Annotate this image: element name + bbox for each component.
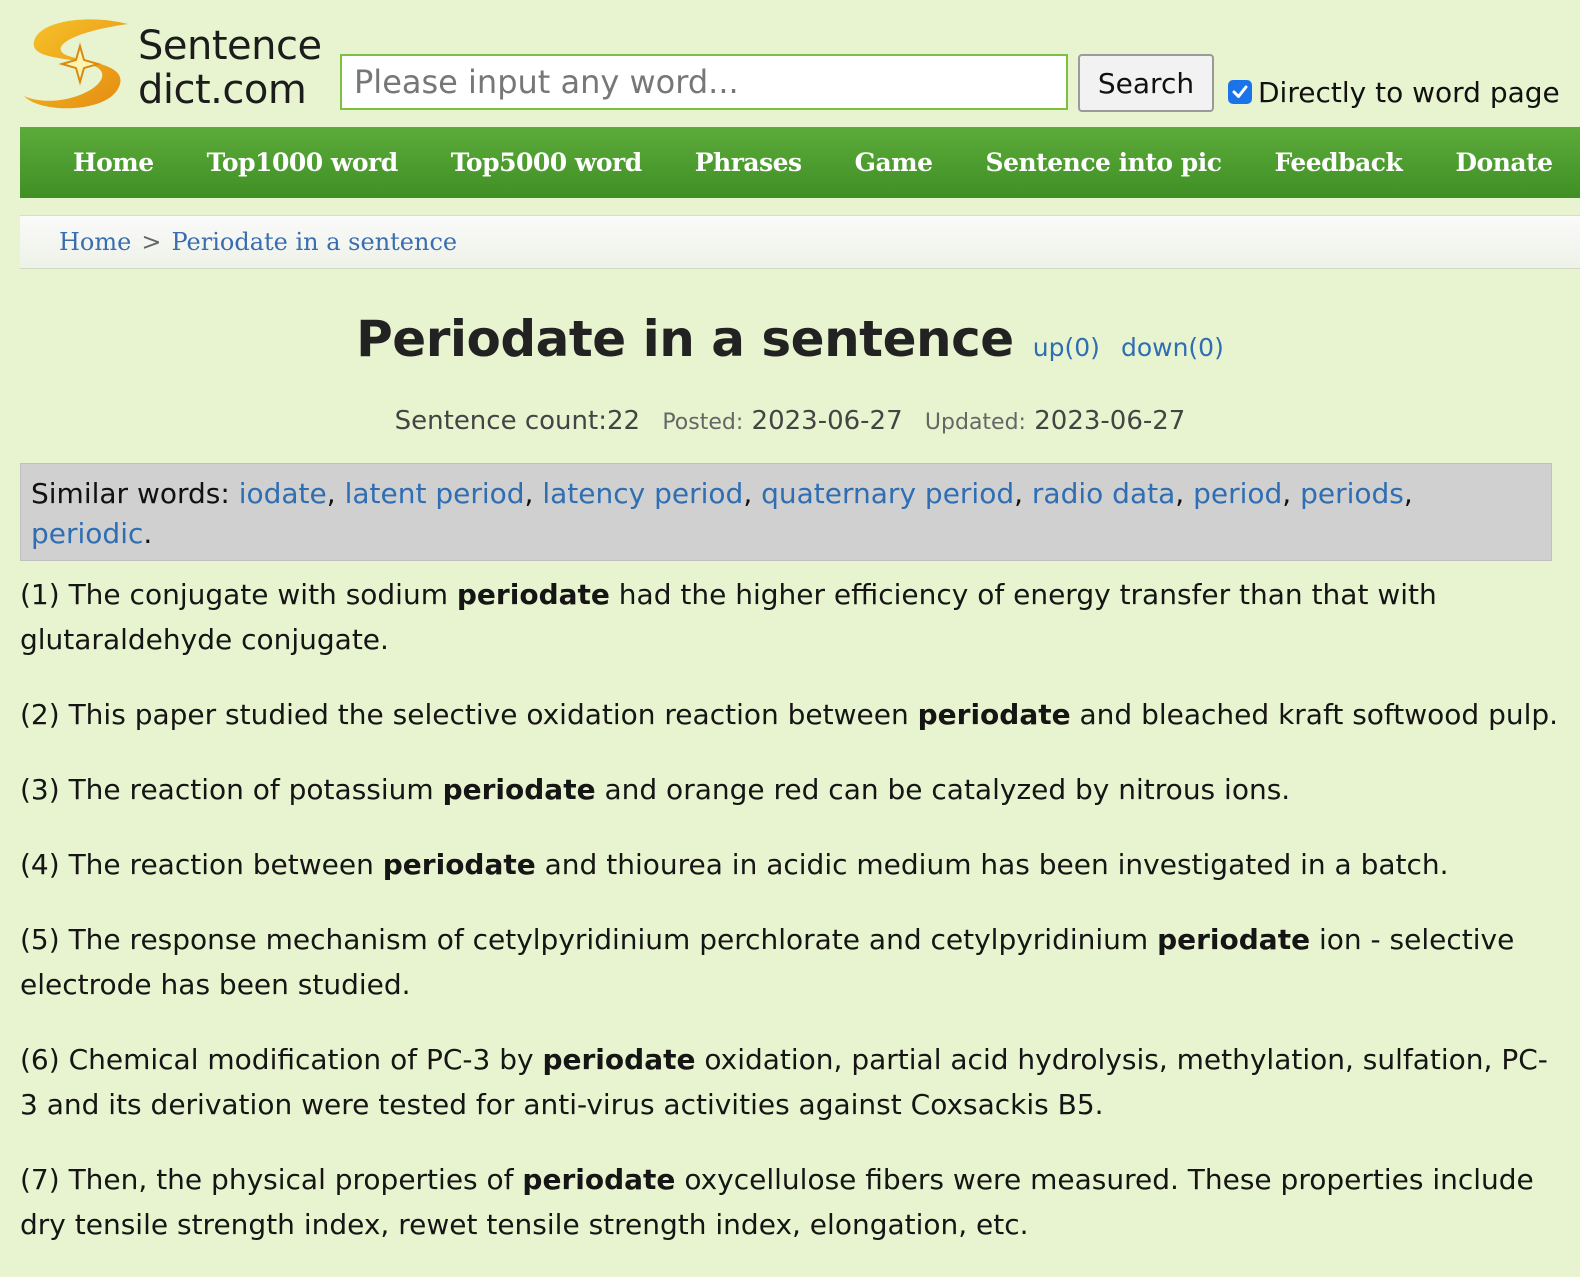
sentence-item: (5) The response mechanism of cetylpyrid… bbox=[20, 917, 1560, 1007]
nav-phrases[interactable]: Phrases bbox=[695, 148, 802, 177]
site-logo[interactable]: Sentence dict.com bbox=[20, 16, 322, 120]
similar-word-link[interactable]: periods bbox=[1300, 477, 1404, 510]
breadcrumb-current[interactable]: Periodate in a sentence bbox=[171, 228, 457, 256]
search-button[interactable]: Search bbox=[1078, 54, 1214, 112]
sentence-item: (6) Chemical modification of PC-3 by per… bbox=[20, 1037, 1560, 1127]
sentence-item: (3) The reaction of potassium periodate … bbox=[20, 767, 1560, 812]
page-meta: Sentence count:22 Posted: 2023-06-27 Upd… bbox=[0, 406, 1580, 436]
sentence-count: Sentence count:22 bbox=[394, 406, 641, 436]
sentence-number: (6) bbox=[20, 1043, 60, 1076]
logo-text: Sentence dict.com bbox=[138, 24, 322, 112]
search-input[interactable] bbox=[340, 54, 1068, 110]
vote-down-link[interactable]: down(0) bbox=[1121, 333, 1224, 362]
sentence-number: (7) bbox=[20, 1163, 60, 1196]
sentence-item: (1) The conjugate with sodium periodate … bbox=[20, 572, 1560, 662]
sentence-number: (3) bbox=[20, 773, 60, 806]
sentence-keyword: periodate bbox=[542, 1043, 696, 1076]
sentence-keyword: periodate bbox=[1157, 923, 1311, 956]
updated-date: 2023-06-27 bbox=[1034, 406, 1186, 436]
sentence-keyword: periodate bbox=[442, 773, 596, 806]
similar-words-box: Similar words: iodate, latent period, la… bbox=[20, 463, 1552, 561]
breadcrumb: Home > Periodate in a sentence bbox=[20, 215, 1580, 269]
header: Sentence dict.com Search Directly to wor… bbox=[20, 14, 1580, 118]
posted-date: 2023-06-27 bbox=[751, 406, 903, 436]
updated-label: Updated: bbox=[924, 410, 1026, 435]
direct-checkbox[interactable] bbox=[1228, 80, 1252, 104]
sentence-item: (7) Then, the physical properties of per… bbox=[20, 1157, 1560, 1247]
page: Sentence dict.com Search Directly to wor… bbox=[0, 0, 1580, 1268]
direct-to-word-option[interactable]: Directly to word page bbox=[1228, 72, 1560, 112]
checkmark-icon bbox=[1232, 85, 1248, 98]
nav-sentence-into-pic[interactable]: Sentence into pic bbox=[986, 148, 1222, 177]
page-title: Periodate in a sentence bbox=[356, 310, 1014, 368]
sentence-text: This paper studied the selective oxidati… bbox=[68, 698, 918, 731]
direct-checkbox-label: Directly to word page bbox=[1258, 75, 1560, 109]
sentence-list: (1) The conjugate with sodium periodate … bbox=[20, 572, 1560, 1277]
sentence-number: (4) bbox=[20, 848, 60, 881]
nav-top1000[interactable]: Top1000 word bbox=[207, 148, 399, 177]
sentence-number: (5) bbox=[20, 923, 60, 956]
similar-word-link[interactable]: periodic bbox=[31, 517, 143, 550]
sentence-item: (4) The reaction between periodate and t… bbox=[20, 842, 1560, 887]
similar-word-link[interactable]: quaternary period bbox=[761, 477, 1014, 510]
nav-donate[interactable]: Donate bbox=[1455, 148, 1553, 177]
sentence-number: (1) bbox=[20, 578, 60, 611]
similar-word-link[interactable]: latent period bbox=[345, 477, 525, 510]
nav-home[interactable]: Home bbox=[73, 148, 154, 177]
logo-line1: Sentence bbox=[138, 23, 322, 69]
similar-word-link[interactable]: iodate bbox=[239, 477, 327, 510]
vote-up-link[interactable]: up(0) bbox=[1033, 333, 1100, 362]
sentence-keyword: periodate bbox=[522, 1163, 676, 1196]
sentence-text: and thiourea in acidic medium has been i… bbox=[535, 848, 1449, 881]
logo-line2: dict.com bbox=[138, 67, 307, 113]
similar-word-link[interactable]: radio data bbox=[1032, 477, 1175, 510]
sentence-keyword: periodate bbox=[456, 578, 610, 611]
nav-game[interactable]: Game bbox=[855, 148, 933, 177]
sentence-text: The reaction of potassium bbox=[68, 773, 443, 806]
sentence-text: and orange red can be catalyzed by nitro… bbox=[595, 773, 1291, 806]
sentence-text: Chemical modification of PC-3 by bbox=[68, 1043, 543, 1076]
breadcrumb-home[interactable]: Home bbox=[59, 228, 131, 256]
sentence-item: (2) This paper studied the selective oxi… bbox=[20, 692, 1560, 737]
main-nav: Home Top1000 word Top5000 word Phrases G… bbox=[20, 127, 1580, 198]
nav-top5000[interactable]: Top5000 word bbox=[451, 148, 643, 177]
logo-swirl-icon bbox=[24, 19, 128, 109]
sentence-text: The conjugate with sodium bbox=[68, 578, 457, 611]
sentence-keyword: periodate bbox=[917, 698, 1071, 731]
posted-label: Posted: bbox=[662, 410, 744, 435]
breadcrumb-separator: > bbox=[141, 228, 162, 256]
sentence-text: The reaction between bbox=[68, 848, 383, 881]
sentence-keyword: periodate bbox=[382, 848, 536, 881]
title-row: Periodate in a sentence up(0) down(0) bbox=[0, 310, 1580, 368]
similar-word-link[interactable]: period bbox=[1193, 477, 1282, 510]
sentence-number: (2) bbox=[20, 698, 60, 731]
sentence-text: The response mechanism of cetylpyridiniu… bbox=[68, 923, 1158, 956]
similar-word-link[interactable]: latency period bbox=[542, 477, 743, 510]
sentence-text: Then, the physical properties of bbox=[68, 1163, 523, 1196]
sentence-text: and bleached kraft softwood pulp. bbox=[1070, 698, 1559, 731]
nav-feedback[interactable]: Feedback bbox=[1274, 148, 1402, 177]
similar-words-label: Similar words: bbox=[31, 477, 230, 510]
